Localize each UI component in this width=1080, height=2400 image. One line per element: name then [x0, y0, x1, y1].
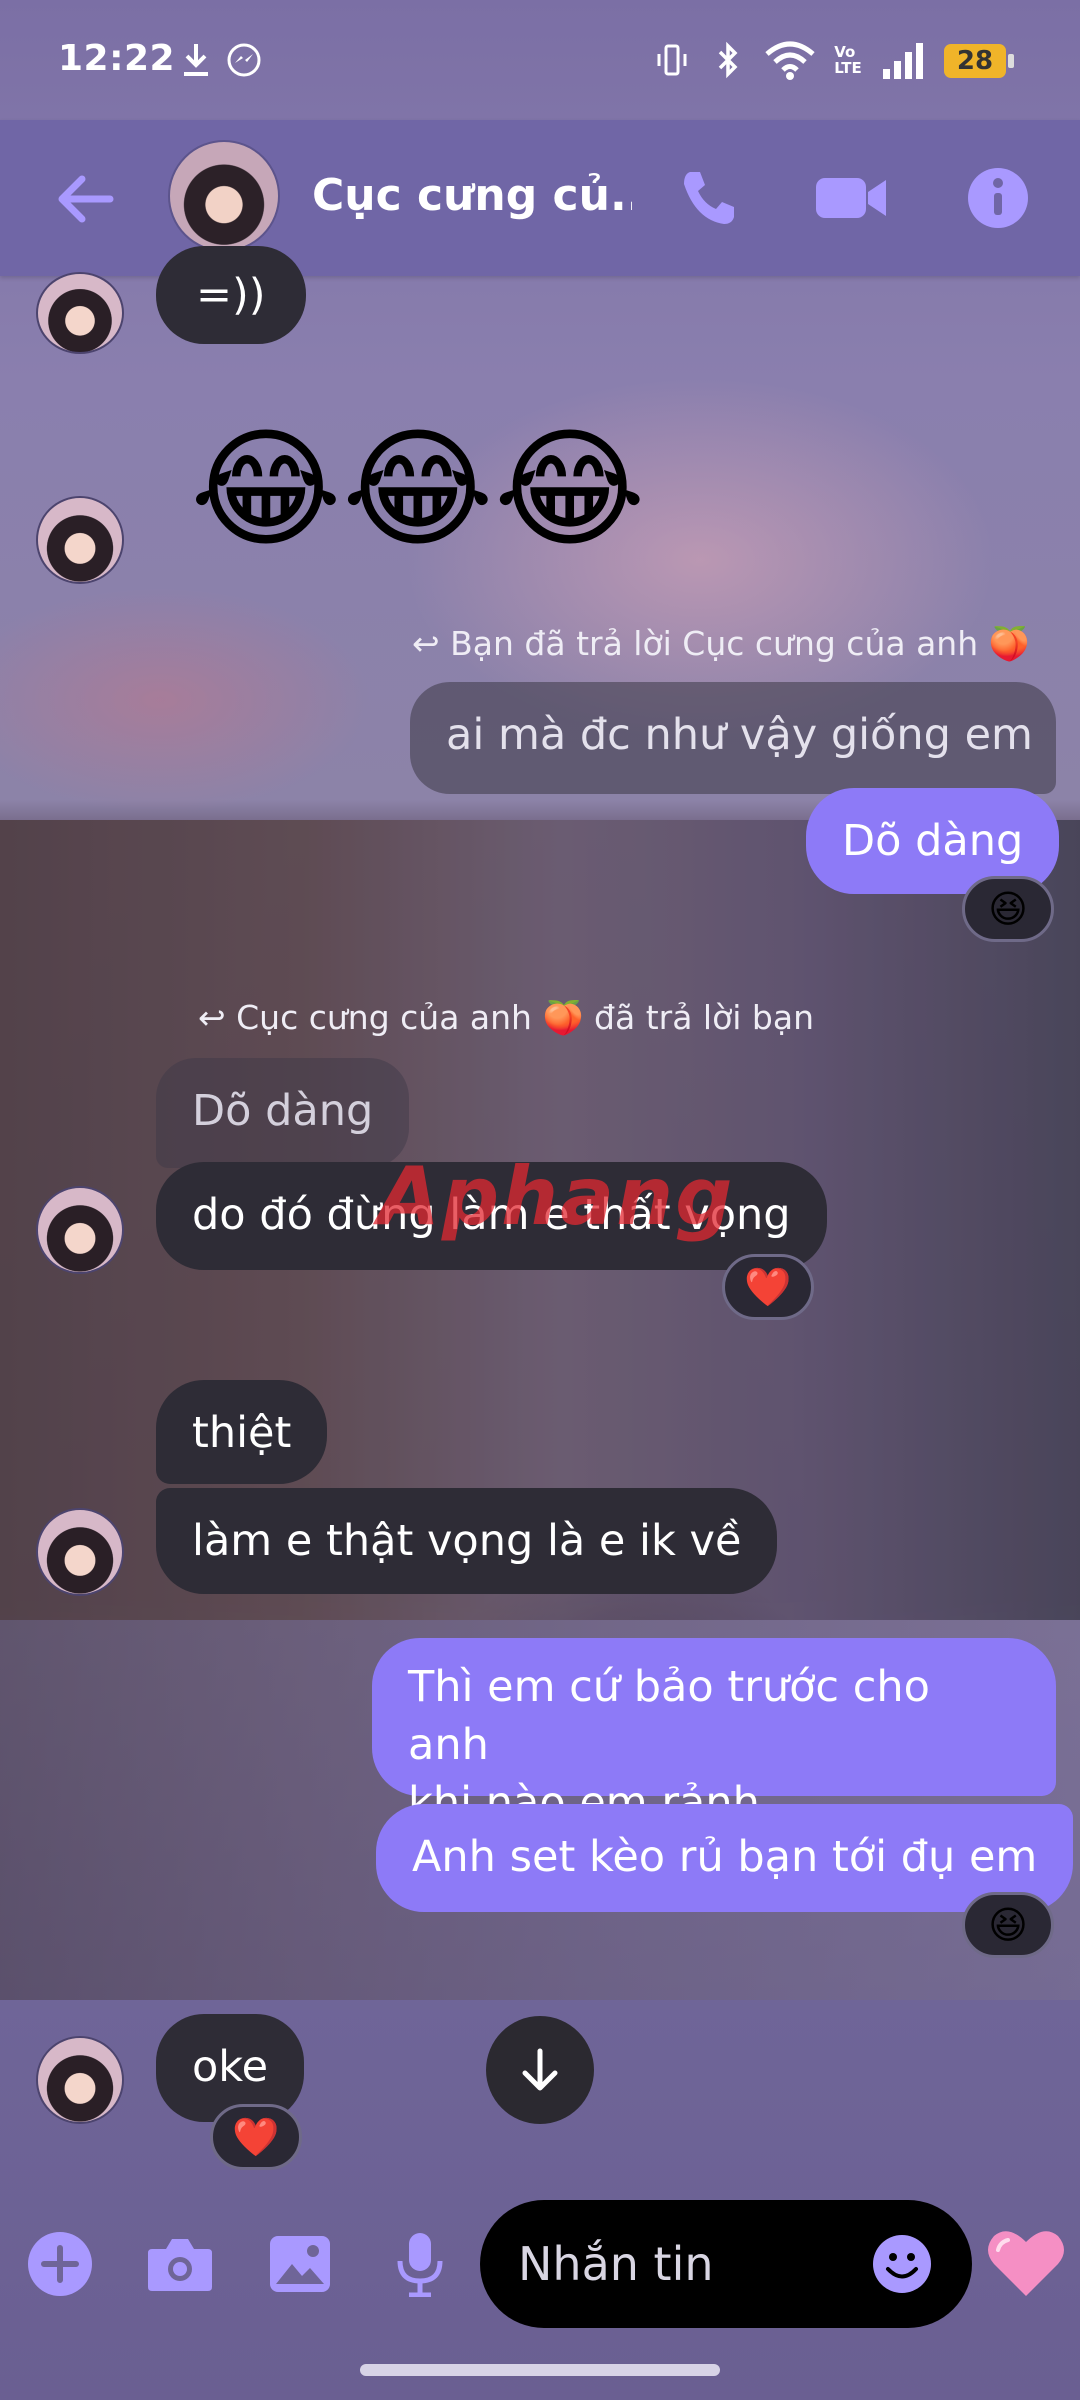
scroll-to-bottom-button[interactable]: [486, 2016, 594, 2124]
reply-note-text: Cục cưng của anh 🍑 đã trả lời bạn: [236, 998, 815, 1037]
message-input[interactable]: Nhắn tin: [480, 2200, 972, 2328]
reaction-heart[interactable]: ❤️: [210, 2104, 302, 2170]
emoji-icon[interactable]: [872, 2234, 932, 2294]
received-message[interactable]: thiệt: [156, 1380, 328, 1484]
status-bar: 12:22 Vo LTE 28: [0, 0, 1080, 120]
reply-note: ↩ Bạn đã trả lời Cục cưng của anh 🍑: [412, 624, 1030, 664]
wifi-icon: [762, 40, 818, 80]
contact-name[interactable]: Cục cưng củ...: [312, 170, 632, 221]
sender-avatar[interactable]: [36, 496, 124, 584]
home-indicator[interactable]: [360, 2364, 720, 2376]
sent-message[interactable]: Thì em cứ bảo trước cho anh khi nào em r…: [372, 1638, 1056, 1828]
chat-header: Cục cưng củ...: [0, 120, 1080, 276]
battery-tip: [1008, 54, 1014, 68]
download-icon: [178, 40, 214, 80]
heart-icon[interactable]: [982, 2218, 1070, 2306]
battery-icon: 28: [944, 44, 1006, 78]
watermark-logo: Aphang: [378, 1150, 735, 1243]
status-time: 12:22: [58, 38, 176, 79]
reaction-laugh[interactable]: 😆: [962, 876, 1054, 942]
reply-arrow-icon: ↩: [412, 624, 451, 663]
quoted-message[interactable]: Dõ dàng: [156, 1058, 410, 1168]
reply-note-text: Bạn đã trả lời Cục cưng của anh 🍑: [450, 624, 1030, 663]
back-arrow-icon[interactable]: [50, 164, 120, 234]
phone-icon[interactable]: [666, 156, 750, 240]
bluetooth-icon: [708, 40, 748, 80]
microphone-icon[interactable]: [380, 2224, 460, 2304]
message-composer: Nhắn tin: [0, 2184, 1080, 2344]
reply-note: ↩ Cục cưng của anh 🍑 đã trả lời bạn: [198, 998, 814, 1038]
reaction-laugh[interactable]: 😆: [962, 1892, 1054, 1958]
sent-message[interactable]: Anh set kèo rủ bạn tới đụ em: [376, 1804, 1074, 1912]
camera-icon[interactable]: [140, 2224, 220, 2304]
quoted-message[interactable]: ai mà đc như vậy giống em: [410, 682, 1056, 794]
gallery-icon[interactable]: [260, 2224, 340, 2304]
vibrate-icon: [652, 40, 692, 80]
big-emoji-message[interactable]: 😂😂😂: [190, 414, 646, 564]
volte-icon: Vo LTE: [834, 43, 862, 77]
message-input-placeholder: Nhắn tin: [518, 2237, 714, 2291]
video-camera-icon[interactable]: [810, 156, 894, 240]
plus-icon[interactable]: [20, 2224, 100, 2304]
sender-avatar[interactable]: [36, 1186, 124, 1274]
received-message[interactable]: =)): [156, 246, 306, 344]
reply-arrow-icon: ↩: [198, 998, 237, 1037]
sender-avatar[interactable]: [36, 2036, 124, 2124]
messenger-icon: [224, 40, 264, 80]
sender-avatar[interactable]: [36, 272, 124, 354]
reaction-heart[interactable]: ❤️: [722, 1254, 814, 1320]
contact-avatar[interactable]: [168, 140, 280, 252]
arrow-down-icon: [522, 2048, 558, 2091]
received-message[interactable]: làm e thật vọng là e ik về: [156, 1488, 778, 1594]
signal-icon: [880, 40, 930, 80]
info-icon[interactable]: [956, 156, 1040, 240]
sender-avatar[interactable]: [36, 1508, 124, 1596]
